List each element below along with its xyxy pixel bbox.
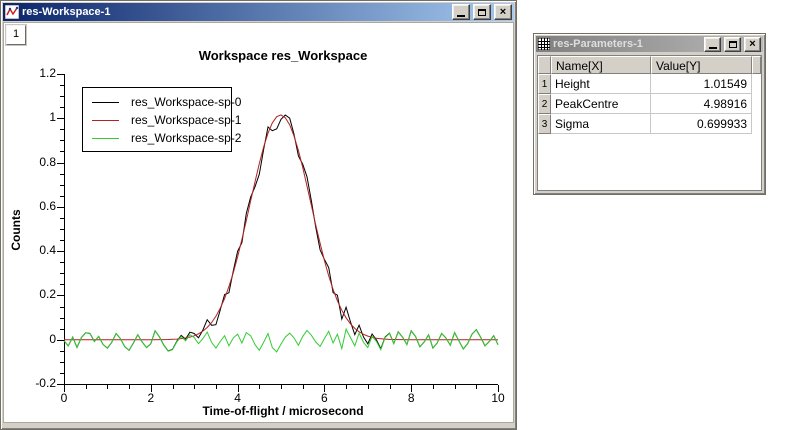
- legend-label-2: res_Workspace-sp-2: [131, 131, 241, 145]
- workspace-window-title: res-Workspace-1: [22, 3, 449, 21]
- legend-entry: res_Workspace-sp-1: [83, 111, 231, 129]
- y-tick-label: 1.2: [16, 66, 56, 80]
- cell-name-1[interactable]: Height: [551, 74, 651, 94]
- y-axis-title: Counts: [9, 180, 23, 280]
- x-tick-label: 10: [481, 391, 515, 405]
- close-icon: ×: [500, 7, 506, 17]
- legend-entry: res_Workspace-sp-0: [83, 93, 231, 111]
- cell-value-1[interactable]: 1.01549: [651, 74, 752, 94]
- x-tick-label: 2: [134, 391, 168, 405]
- legend-label-0: res_Workspace-sp-0: [131, 95, 241, 109]
- layer-button[interactable]: 1: [6, 25, 26, 45]
- plot-area[interactable]: [4, 23, 513, 422]
- y-tick-label: 0.8: [16, 155, 56, 169]
- legend-line-sample-0: [92, 102, 119, 103]
- column-header-filler: [752, 56, 761, 74]
- y-tick-label: 1: [16, 110, 56, 124]
- legend-label-1: res_Workspace-sp-1: [131, 113, 241, 127]
- parameters-window-title: res-Parameters-1: [553, 35, 701, 53]
- x-tick-label: 4: [221, 391, 255, 405]
- cell-name-2[interactable]: PeakCentre: [551, 94, 651, 114]
- maximize-icon: [729, 41, 737, 48]
- maximize-button[interactable]: [724, 37, 741, 52]
- minimize-button[interactable]: [704, 37, 721, 52]
- plot-canvas[interactable]: Workspace res_Workspace Time-of-flight /…: [3, 22, 514, 423]
- cell-value-2[interactable]: 4.98916: [651, 94, 752, 114]
- cell-value-3[interactable]: 0.699933: [651, 114, 752, 134]
- close-button[interactable]: ×: [494, 4, 512, 20]
- legend-line-sample-1: [92, 120, 119, 121]
- row-header-3[interactable]: 3: [538, 114, 551, 134]
- x-tick-label: 0: [47, 391, 81, 405]
- parameters-window: res-Parameters-1 × Name[X] Value[Y] 1 He…: [533, 33, 766, 195]
- workspace-window: res-Workspace-1 × Workspace res_Workspac…: [0, 0, 517, 430]
- cell-filler-2: [752, 94, 761, 114]
- workspace-titlebar[interactable]: res-Workspace-1 ×: [3, 3, 514, 21]
- legend-line-sample-2: [92, 138, 119, 139]
- x-axis-title: Time-of-flight / microsecond: [66, 404, 500, 418]
- plot-title: Workspace res_Workspace: [66, 48, 500, 63]
- desktop: { "workspace_window": { "title": "res-Wo…: [0, 0, 811, 430]
- legend-entry: res_Workspace-sp-2: [83, 129, 231, 147]
- table-corner-cell[interactable]: [538, 56, 551, 74]
- minimize-button[interactable]: [452, 4, 470, 20]
- y-tick-label: 0.6: [16, 199, 56, 213]
- y-tick-label: 0: [16, 332, 56, 346]
- parameters-titlebar[interactable]: res-Parameters-1 ×: [536, 36, 763, 52]
- legend[interactable]: res_Workspace-sp-0 res_Workspace-sp-1 re…: [82, 87, 232, 152]
- parameters-table: Name[X] Value[Y] 1 Height 1.01549 2 Peak…: [537, 55, 762, 191]
- cell-filler-1: [752, 74, 761, 94]
- cell-name-3[interactable]: Sigma: [551, 114, 651, 134]
- minimize-icon: [457, 15, 465, 17]
- x-tick-label: 8: [394, 391, 428, 405]
- plot-icon: [5, 5, 19, 19]
- close-button[interactable]: ×: [744, 37, 761, 52]
- row-header-2[interactable]: 2: [538, 94, 551, 114]
- minimize-icon: [709, 47, 717, 49]
- maximize-icon: [478, 9, 486, 16]
- y-tick-label: -0.2: [16, 376, 56, 390]
- column-header-name[interactable]: Name[X]: [551, 56, 651, 74]
- row-header-1[interactable]: 1: [538, 74, 551, 94]
- table-icon: [538, 38, 550, 50]
- maximize-button[interactable]: [473, 4, 491, 20]
- y-tick-label: 0.4: [16, 243, 56, 257]
- cell-filler-3: [752, 114, 761, 134]
- x-tick-label: 6: [307, 391, 341, 405]
- close-icon: ×: [749, 39, 755, 49]
- column-header-value[interactable]: Value[Y]: [651, 56, 752, 74]
- y-tick-label: 0.2: [16, 287, 56, 301]
